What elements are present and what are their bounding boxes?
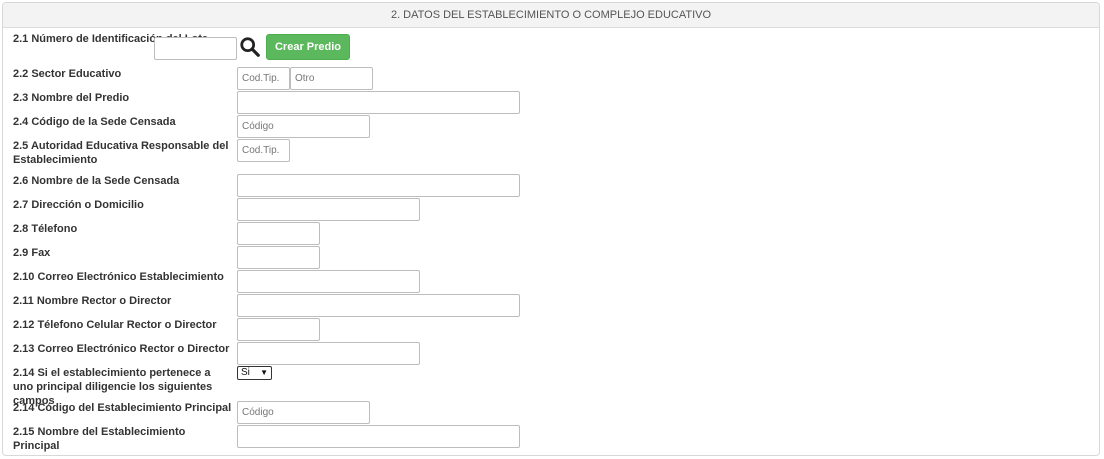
- label-nombre-principal: 2.15 Nombre del Establecimiento Principa…: [13, 426, 186, 452]
- label-nombre-sede: 2.6 Nombre de la Sede Censada: [13, 175, 180, 187]
- pertenece-principal-select[interactable]: Si ▼: [237, 366, 272, 380]
- sector-otro-input[interactable]: [290, 67, 373, 90]
- search-icon[interactable]: [239, 36, 261, 58]
- select-value: Si: [241, 367, 250, 378]
- caret-down-icon: ▼: [260, 368, 268, 377]
- label-nombre-predio: 2.3 Nombre del Predio: [13, 92, 130, 104]
- codigo-principal-input[interactable]: [237, 401, 370, 424]
- fax-input[interactable]: [237, 246, 320, 269]
- correo-rector-input[interactable]: [237, 342, 420, 365]
- label-codigo-sede: 2.4 Código de la Sede Censada: [13, 116, 176, 128]
- nombre-rector-input[interactable]: [237, 294, 520, 317]
- autoridad-cod-tip-input[interactable]: [237, 139, 290, 162]
- telefono-input[interactable]: [237, 222, 320, 245]
- telefono-rector-input[interactable]: [237, 318, 320, 341]
- nombre-predio-input[interactable]: [237, 91, 520, 114]
- nombre-sede-input[interactable]: [237, 174, 520, 197]
- direccion-input[interactable]: [237, 198, 420, 221]
- section-title: 2. DATOS DEL ESTABLECIMIENTO O COMPLEJO …: [3, 3, 1099, 28]
- nombre-principal-input[interactable]: [237, 425, 520, 448]
- label-direccion: 2.7 Dirección o Domicilio: [13, 199, 144, 211]
- label-correo-rector: 2.13 Correo Electrónico Rector o Directo…: [13, 343, 230, 355]
- numero-lote-input[interactable]: [154, 37, 237, 60]
- label-telefono-rector: 2.12 Télefono Celular Rector o Director: [13, 319, 217, 331]
- label-correo-establecimiento: 2.10 Correo Electrónico Establecimiento: [13, 271, 224, 283]
- sector-cod-tip-input[interactable]: [237, 67, 290, 90]
- correo-establecimiento-input[interactable]: [237, 270, 420, 293]
- codigo-sede-input[interactable]: [237, 115, 370, 138]
- label-codigo-principal: 2.14 Código del Establecimiento Principa…: [13, 402, 232, 414]
- label-sector-educativo: 2.2 Sector Educativo: [13, 68, 122, 80]
- crear-predio-button[interactable]: Crear Predio: [266, 34, 350, 60]
- label-nombre-rector: 2.11 Nombre Rector o Director: [13, 295, 172, 307]
- label-fax: 2.9 Fax: [13, 247, 51, 259]
- label-telefono: 2.8 Télefono: [13, 223, 78, 235]
- label-autoridad-educativa: 2.5 Autoridad Educativa Responsable del …: [13, 140, 229, 166]
